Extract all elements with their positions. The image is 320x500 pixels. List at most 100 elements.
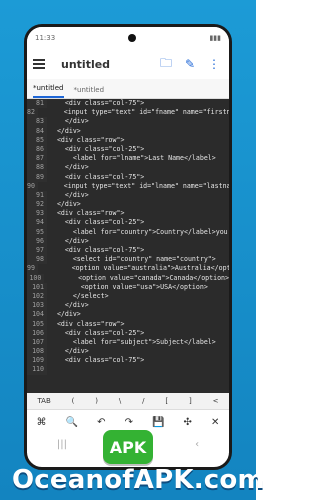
close-icon[interactable]: ✕ bbox=[211, 417, 219, 428]
line-number: 92 bbox=[27, 200, 47, 210]
line-number: 98 bbox=[27, 255, 47, 265]
line-number: 109 bbox=[27, 356, 47, 366]
code-line[interactable]: 110 bbox=[27, 365, 229, 375]
line-number: 96 bbox=[27, 236, 47, 246]
folder-icon[interactable]: 🗀 bbox=[157, 55, 175, 73]
save-icon[interactable]: 💾 bbox=[152, 417, 164, 428]
key-less-than[interactable]: < bbox=[213, 397, 219, 405]
line-number: 82 bbox=[27, 108, 38, 118]
line-code bbox=[47, 365, 49, 374]
key-slash[interactable]: / bbox=[142, 397, 144, 405]
line-code: <div class="col-75"> bbox=[49, 172, 145, 181]
code-line[interactable]: 109 <div class="col-75"> bbox=[27, 356, 229, 366]
editor-lines: 81 <div class="col-75"> 82 <input type="t… bbox=[27, 99, 229, 375]
code-icon[interactable]: ⌘ bbox=[37, 417, 47, 428]
key-open-paren[interactable]: ( bbox=[72, 397, 75, 405]
code-line[interactable]: 102 </select> bbox=[27, 291, 229, 302]
site-watermark: OceanofAPK.com bbox=[12, 465, 265, 495]
line-code: <label for="lname">Last Name</label> bbox=[49, 154, 216, 163]
code-line[interactable]: 83 </div> bbox=[27, 117, 229, 127]
code-line[interactable]: 93 <div class="row"> bbox=[27, 209, 229, 219]
line-code: </div> bbox=[49, 117, 89, 126]
menu-icon[interactable] bbox=[33, 55, 51, 73]
code-line[interactable]: 100 <option value="canada">Canada</optio… bbox=[27, 273, 229, 283]
line-number: 90 bbox=[27, 181, 38, 191]
line-number: 97 bbox=[27, 246, 47, 256]
line-code: <option value="australia">Australia</opt bbox=[39, 264, 229, 273]
tab-untitled-2[interactable]: *untitled bbox=[74, 86, 105, 98]
code-line[interactable]: 82 <input type="text" id="fname" name="f… bbox=[27, 108, 229, 118]
code-line[interactable]: 103 </div> bbox=[27, 301, 229, 311]
line-number: 100 bbox=[27, 273, 45, 283]
line-number: 107 bbox=[27, 337, 47, 348]
line-code: <div class="col-75"> bbox=[49, 246, 145, 254]
code-line[interactable]: 95 <label for="country">Country</label>y… bbox=[27, 227, 229, 237]
line-code: </div> bbox=[49, 236, 89, 245]
line-code: </div> bbox=[49, 163, 89, 172]
line-code: </div> bbox=[49, 301, 89, 310]
code-line[interactable]: 97 <div class="col-75"> bbox=[27, 246, 229, 256]
code-line[interactable]: 84 </div> bbox=[27, 126, 229, 136]
code-line[interactable]: 107 <label for="subject">Subject</label> bbox=[27, 337, 229, 348]
code-line[interactable]: 105 <div class="row"> bbox=[27, 319, 229, 329]
line-code: <div class="col-75"> bbox=[49, 99, 145, 107]
code-line[interactable]: 99 <option value="australia">Australia</… bbox=[27, 264, 229, 274]
line-number: 88 bbox=[27, 163, 47, 173]
special-keys-bar: TAB ( ) \ / [ ] < bbox=[27, 393, 229, 409]
line-code: <label for="country">Country</label>you bbox=[49, 227, 228, 236]
undo-icon[interactable]: ↶ bbox=[97, 417, 105, 428]
code-line[interactable]: 90 <input type="text" id="lname" name="l… bbox=[27, 181, 229, 191]
key-close-paren[interactable]: ) bbox=[95, 397, 98, 405]
line-code: <div class="col-25"> bbox=[49, 144, 145, 153]
line-code: <option value="canada">Canada</option> bbox=[46, 273, 229, 282]
redo-icon[interactable]: ↷ bbox=[125, 417, 133, 428]
code-line[interactable]: 88 </div> bbox=[27, 163, 229, 173]
line-code: <div class="row"> bbox=[49, 319, 125, 328]
status-bar: 11:33 ▮▮▮ bbox=[27, 27, 229, 49]
code-line[interactable]: 91 </div> bbox=[27, 190, 229, 201]
line-code: </div> bbox=[49, 347, 89, 356]
line-code: </div> bbox=[49, 126, 81, 135]
line-code: </div> bbox=[49, 200, 81, 209]
code-line[interactable]: 85 <div class="row"> bbox=[27, 135, 229, 145]
key-tab[interactable]: TAB bbox=[37, 397, 50, 405]
more-icon[interactable]: ⋮ bbox=[205, 55, 223, 73]
code-line[interactable]: 104 </div> bbox=[27, 310, 229, 320]
code-editor[interactable]: 81 <div class="col-75"> 82 <input type="t… bbox=[27, 99, 229, 393]
key-close-bracket[interactable]: ] bbox=[189, 397, 192, 405]
line-number: 84 bbox=[27, 126, 47, 136]
line-number: 99 bbox=[27, 264, 38, 274]
code-line[interactable]: 98 <select id="country" name="country"> bbox=[27, 255, 229, 265]
code-line[interactable]: 92 </div> bbox=[27, 200, 229, 210]
line-code: <label for="subject">Subject</label> bbox=[49, 337, 216, 346]
code-line[interactable]: 81 <div class="col-75"> bbox=[27, 99, 229, 109]
line-code: </div> bbox=[49, 310, 81, 319]
code-line[interactable]: 108 </div> bbox=[27, 347, 229, 357]
front-camera bbox=[128, 34, 137, 42]
line-code: <div class="col-25"> bbox=[49, 328, 145, 337]
line-number: 86 bbox=[27, 144, 47, 155]
code-line[interactable]: 86 <div class="col-25"> bbox=[27, 144, 229, 155]
line-number: 89 bbox=[27, 172, 47, 182]
fan-icon[interactable]: ✣ bbox=[184, 417, 192, 428]
line-code: <div class="row"> bbox=[49, 209, 125, 218]
line-code: <input type="text" id="lname" name="last… bbox=[39, 181, 229, 190]
line-number: 110 bbox=[27, 365, 47, 375]
line-code: </div> bbox=[49, 190, 89, 199]
line-number: 108 bbox=[27, 347, 47, 357]
code-line[interactable]: 89 <div class="col-75"> bbox=[27, 172, 229, 182]
line-number: 106 bbox=[27, 328, 47, 338]
key-open-bracket[interactable]: [ bbox=[165, 397, 168, 405]
search-icon[interactable]: 🔍 bbox=[66, 417, 78, 428]
code-line[interactable]: 87 <label for="lname">Last Name</label> bbox=[27, 154, 229, 164]
tab-untitled-1[interactable]: *untitled bbox=[33, 84, 64, 98]
code-line[interactable]: 96 </div> bbox=[27, 236, 229, 246]
edit-icon[interactable]: ✎ bbox=[181, 55, 199, 73]
line-number: 101 bbox=[27, 282, 47, 292]
line-number: 83 bbox=[27, 117, 47, 127]
phone-device: 11:33 ▮▮▮ untitled 🗀 ✎ ⋮ *untitled *unti… bbox=[24, 24, 232, 470]
code-line[interactable]: 106 <div class="col-25"> bbox=[27, 328, 229, 338]
key-backslash[interactable]: \ bbox=[119, 397, 121, 405]
code-line[interactable]: 101 <option value="usa">USA</option> bbox=[27, 282, 229, 292]
code-line[interactable]: 94 <div class="col-25"> bbox=[27, 218, 229, 228]
